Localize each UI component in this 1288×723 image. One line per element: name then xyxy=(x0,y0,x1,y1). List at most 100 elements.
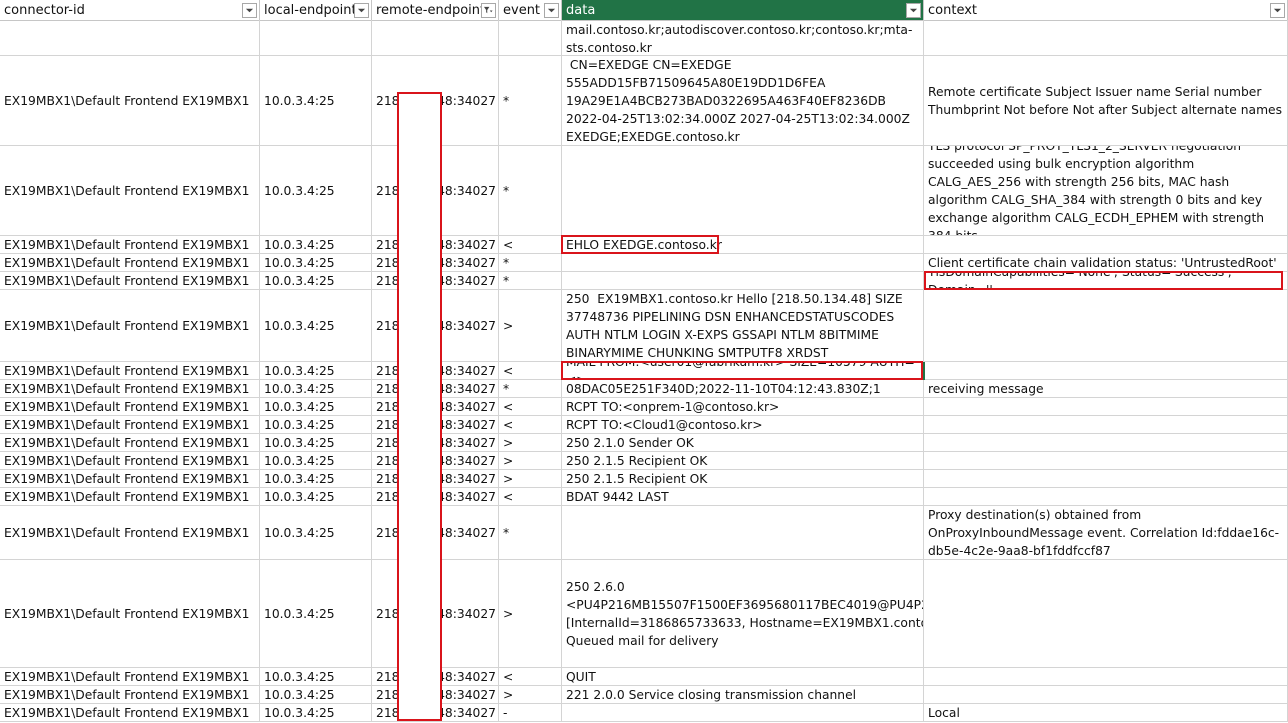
cell-connector[interactable]: EX19MBX1\Default Frontend EX19MBX1 xyxy=(0,686,260,703)
filter-active-icon[interactable] xyxy=(481,3,496,18)
cell-local[interactable]: 10.0.3.4:25 xyxy=(260,56,372,145)
cell-context[interactable] xyxy=(924,236,1288,253)
cell-data[interactable] xyxy=(562,254,924,271)
cell-data[interactable]: 221 2.0.0 Service closing transmission c… xyxy=(562,686,924,703)
cell-local[interactable]: 10.0.3.4:25 xyxy=(260,686,372,703)
filter-dropdown-icon[interactable] xyxy=(906,3,921,18)
cell-context[interactable] xyxy=(924,686,1288,703)
cell-data[interactable]: EHLO EXEDGE.contoso.kr xyxy=(562,236,924,253)
cell-event[interactable]: < xyxy=(499,488,562,505)
cell-context[interactable]: Local xyxy=(924,704,1288,721)
cell-connector[interactable] xyxy=(0,20,260,55)
cell-local[interactable]: 10.0.3.4:25 xyxy=(260,416,372,433)
cell-data[interactable] xyxy=(562,704,924,721)
cell-data[interactable]: 250 2.1.5 Recipient OK xyxy=(562,470,924,487)
cell-context[interactable] xyxy=(924,290,1288,361)
cell-local[interactable]: 10.0.3.4:25 xyxy=(260,470,372,487)
cell-local[interactable]: 10.0.3.4:25 xyxy=(260,452,372,469)
cell-context[interactable]: receiving message xyxy=(924,380,1288,397)
cell-data[interactable]: 250 2.6.0 <PU4P216MB15507F1500EF36956801… xyxy=(562,560,924,667)
cell-connector[interactable]: EX19MBX1\Default Frontend EX19MBX1 xyxy=(0,416,260,433)
cell-local[interactable]: 10.0.3.4:25 xyxy=(260,704,372,721)
filter-dropdown-icon[interactable] xyxy=(242,3,257,18)
cell-event[interactable]: < xyxy=(499,398,562,415)
cell-event[interactable]: > xyxy=(499,290,562,361)
cell-context[interactable] xyxy=(924,398,1288,415)
cell-local[interactable] xyxy=(260,20,372,55)
cell-connector[interactable]: EX19MBX1\Default Frontend EX19MBX1 xyxy=(0,398,260,415)
cell-local[interactable]: 10.0.3.4:25 xyxy=(260,254,372,271)
cell-data[interactable] xyxy=(562,272,924,289)
cell-data[interactable]: mail.contoso.kr;autodiscover.contoso.kr;… xyxy=(562,20,924,55)
cell-local[interactable]: 10.0.3.4:25 xyxy=(260,488,372,505)
column-header-connector[interactable]: connector-id xyxy=(0,0,260,20)
column-header-remote[interactable]: remote-endpoint xyxy=(372,0,499,20)
cell-context[interactable] xyxy=(924,20,1288,55)
cell-context[interactable] xyxy=(924,416,1288,433)
cell-event[interactable]: * xyxy=(499,254,562,271)
cell-event[interactable]: < xyxy=(499,236,562,253)
cell-local[interactable]: 10.0.3.4:25 xyxy=(260,398,372,415)
cell-local[interactable]: 10.0.3.4:25 xyxy=(260,236,372,253)
cell-data[interactable] xyxy=(562,506,924,559)
cell-event[interactable]: * xyxy=(499,56,562,145)
cell-connector[interactable]: EX19MBX1\Default Frontend EX19MBX1 xyxy=(0,146,260,235)
cell-data[interactable]: RCPT TO:<onprem-1@contoso.kr> xyxy=(562,398,924,415)
cell-event[interactable]: > xyxy=(499,686,562,703)
cell-event[interactable]: > xyxy=(499,452,562,469)
cell-connector[interactable]: EX19MBX1\Default Frontend EX19MBX1 xyxy=(0,290,260,361)
cell-data[interactable]: 250 EX19MBX1.contoso.kr Hello [218.50.13… xyxy=(562,290,924,361)
cell-context[interactable]: Proxy destination(s) obtained from OnPro… xyxy=(924,506,1288,559)
cell-event[interactable]: < xyxy=(499,668,562,685)
cell-local[interactable]: 10.0.3.4:25 xyxy=(260,434,372,451)
filter-dropdown-icon[interactable] xyxy=(1270,3,1285,18)
cell-context[interactable]: TLS protocol SP_PROT_TLS1_2_SERVER negot… xyxy=(924,146,1288,235)
cell-event[interactable]: > xyxy=(499,434,562,451)
cell-data[interactable]: 250 2.1.0 Sender OK xyxy=(562,434,924,451)
cell-connector[interactable]: EX19MBX1\Default Frontend EX19MBX1 xyxy=(0,236,260,253)
cell-local[interactable]: 10.0.3.4:25 xyxy=(260,362,372,379)
cell-connector[interactable]: EX19MBX1\Default Frontend EX19MBX1 xyxy=(0,506,260,559)
cell-context[interactable]: Remote certificate Subject Issuer name S… xyxy=(924,56,1288,145)
column-header-context[interactable]: context xyxy=(924,0,1288,20)
cell-context[interactable] xyxy=(924,362,1288,379)
cell-event[interactable]: > xyxy=(499,560,562,667)
cell-context[interactable] xyxy=(924,452,1288,469)
cell-connector[interactable]: EX19MBX1\Default Frontend EX19MBX1 xyxy=(0,254,260,271)
cell-connector[interactable]: EX19MBX1\Default Frontend EX19MBX1 xyxy=(0,434,260,451)
cell-connector[interactable]: EX19MBX1\Default Frontend EX19MBX1 xyxy=(0,668,260,685)
cell-local[interactable]: 10.0.3.4:25 xyxy=(260,272,372,289)
cell-event[interactable]: * xyxy=(499,146,562,235)
cell-data[interactable] xyxy=(562,146,924,235)
cell-event[interactable]: < xyxy=(499,416,562,433)
cell-connector[interactable]: EX19MBX1\Default Frontend EX19MBX1 xyxy=(0,704,260,721)
cell-event[interactable]: < xyxy=(499,362,562,379)
cell-event[interactable]: * xyxy=(499,380,562,397)
cell-event[interactable]: * xyxy=(499,272,562,289)
cell-data[interactable]: RCPT TO:<Cloud1@contoso.kr> xyxy=(562,416,924,433)
cell-local[interactable]: 10.0.3.4:25 xyxy=(260,290,372,361)
cell-event[interactable]: > xyxy=(499,470,562,487)
cell-local[interactable]: 10.0.3.4:25 xyxy=(260,380,372,397)
cell-context[interactable]: Client certificate chain validation stat… xyxy=(924,254,1288,271)
cell-context[interactable] xyxy=(924,560,1288,667)
cell-data[interactable]: MAIL FROM:<user01@fabrikam.kr> SIZE=1057… xyxy=(562,362,924,379)
cell-event[interactable]: * xyxy=(499,506,562,559)
cell-connector[interactable]: EX19MBX1\Default Frontend EX19MBX1 xyxy=(0,272,260,289)
filter-dropdown-icon[interactable] xyxy=(544,3,559,18)
cell-data[interactable]: QUIT xyxy=(562,668,924,685)
cell-context[interactable]: TlsDomainCapabilities='None'; Status='Su… xyxy=(924,272,1288,289)
cell-context[interactable] xyxy=(924,668,1288,685)
cell-local[interactable]: 10.0.3.4:25 xyxy=(260,506,372,559)
cell-connector[interactable]: EX19MBX1\Default Frontend EX19MBX1 xyxy=(0,56,260,145)
cell-data[interactable]: 08DAC05E251F340D;2022-11-10T04:12:43.830… xyxy=(562,380,924,397)
cell-context[interactable] xyxy=(924,434,1288,451)
cell-connector[interactable]: EX19MBX1\Default Frontend EX19MBX1 xyxy=(0,452,260,469)
cell-connector[interactable]: EX19MBX1\Default Frontend EX19MBX1 xyxy=(0,380,260,397)
cell-event[interactable] xyxy=(499,20,562,55)
cell-local[interactable]: 10.0.3.4:25 xyxy=(260,146,372,235)
cell-data[interactable]: CN=EXEDGE CN=EXEDGE 555ADD15FB71509645A8… xyxy=(562,56,924,145)
filter-dropdown-icon[interactable] xyxy=(354,3,369,18)
cell-local[interactable]: 10.0.3.4:25 xyxy=(260,560,372,667)
cell-event[interactable]: - xyxy=(499,704,562,721)
